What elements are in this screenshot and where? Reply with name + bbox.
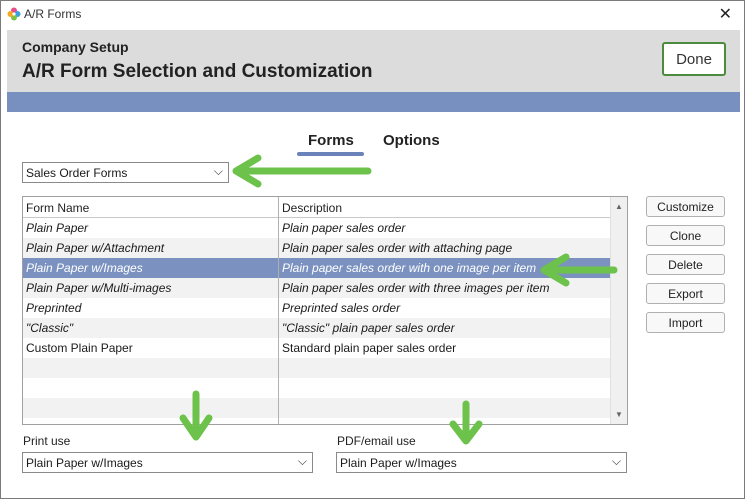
chevron-down-icon: ⌵ (611, 454, 621, 468)
column-header-form-name[interactable]: Form Name (26, 201, 89, 215)
header-subtitle: Company Setup (22, 39, 129, 55)
form-type-value: Sales Order Forms (26, 166, 128, 180)
description-cell: "Classic" plain paper sales order (282, 321, 455, 335)
customize-button[interactable]: Customize (646, 196, 725, 217)
pdf-use-select[interactable]: Plain Paper w/Images ⌵ (336, 452, 627, 473)
form-name-cell: Preprinted (26, 301, 82, 315)
description-cell: Plain paper sales order with three image… (282, 281, 550, 295)
form-name-cell: "Classic" (26, 321, 74, 335)
form-name-cell: Plain Paper w/Multi-images (26, 281, 172, 295)
scroll-up-icon[interactable]: ▲ (615, 202, 623, 211)
column-divider (278, 197, 279, 424)
tab-forms[interactable]: Forms (308, 132, 354, 149)
empty-row (23, 378, 610, 398)
form-name-cell: Plain Paper w/Attachment (26, 241, 165, 255)
table-row[interactable]: Preprinted Preprinted sales order (23, 298, 610, 318)
table-row[interactable]: "Classic" "Classic" plain paper sales or… (23, 318, 610, 338)
form-name-cell: Custom Plain Paper (26, 341, 133, 355)
tab-options[interactable]: Options (383, 132, 440, 149)
form-type-select[interactable]: Sales Order Forms ⌵ (22, 162, 229, 183)
page-title: A/R Form Selection and Customization (22, 61, 373, 82)
description-cell: Preprinted sales order (282, 301, 401, 315)
window-title: A/R Forms (24, 7, 82, 21)
delete-button[interactable]: Delete (646, 254, 725, 275)
print-use-select[interactable]: Plain Paper w/Images ⌵ (22, 452, 313, 473)
table-row[interactable]: Plain Paper Plain paper sales order (23, 218, 610, 238)
table-row-selected[interactable]: Plain Paper w/Images Plain paper sales o… (23, 258, 610, 278)
pdf-use-label: PDF/email use (337, 434, 416, 448)
chevron-down-icon: ⌵ (213, 164, 223, 178)
left-arrow-icon (540, 253, 618, 287)
forms-table: Form Name Description Plain Paper Plain … (22, 196, 628, 425)
description-cell: Standard plain paper sales order (282, 341, 457, 355)
empty-row (23, 358, 610, 378)
empty-row (23, 398, 610, 418)
form-name-cell: Plain Paper (26, 221, 89, 235)
title-bar: A/R Forms ✕ (1, 1, 744, 27)
pdf-use-value: Plain Paper w/Images (340, 456, 457, 470)
header-accent-band (7, 92, 740, 112)
print-use-value: Plain Paper w/Images (26, 456, 143, 470)
table-row[interactable]: Plain Paper w/Attachment Plain paper sal… (23, 238, 610, 258)
column-header-description[interactable]: Description (282, 201, 342, 215)
vertical-scrollbar[interactable]: ▲ ▼ (610, 197, 627, 424)
ar-forms-window: A/R Forms ✕ Company Setup A/R Form Selec… (0, 0, 745, 499)
clone-button[interactable]: Clone (646, 225, 725, 246)
chevron-down-icon: ⌵ (297, 454, 307, 468)
form-name-cell: Plain Paper w/Images (26, 261, 143, 275)
close-icon[interactable]: ✕ (719, 4, 732, 24)
export-button[interactable]: Export (646, 283, 725, 304)
import-button[interactable]: Import (646, 312, 725, 333)
done-button[interactable]: Done (662, 42, 726, 76)
description-cell: Plain paper sales order (282, 221, 406, 235)
description-cell: Plain paper sales order with attaching p… (282, 241, 513, 255)
table-header: Form Name Description (23, 197, 610, 218)
table-row[interactable]: Plain Paper w/Multi-images Plain paper s… (23, 278, 610, 298)
flower-icon (7, 7, 21, 21)
print-use-label: Print use (23, 434, 71, 448)
scroll-down-icon[interactable]: ▼ (615, 410, 623, 419)
description-cell: Plain paper sales order with one image p… (282, 261, 537, 275)
left-arrow-icon (232, 154, 372, 188)
header-panel: Company Setup A/R Form Selection and Cus… (7, 30, 740, 92)
table-row[interactable]: Custom Plain Paper Standard plain paper … (23, 338, 610, 358)
down-arrow-icon (449, 400, 483, 445)
down-arrow-icon (179, 390, 213, 441)
